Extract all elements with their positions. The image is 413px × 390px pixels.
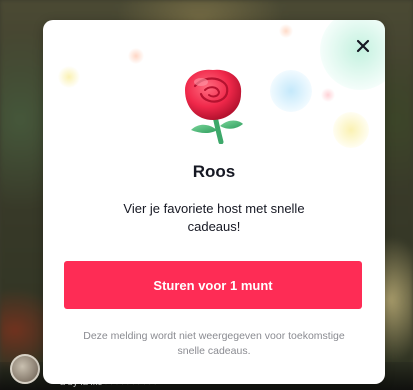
decorative-bubble (279, 24, 293, 38)
close-icon (356, 39, 370, 53)
avatar[interactable] (10, 354, 40, 384)
disclaimer-text: Deze melding wordt niet weergegeven voor… (83, 330, 345, 357)
decorative-bubble (58, 66, 80, 88)
send-gift-button[interactable]: Sturen voor 1 munt (64, 261, 362, 309)
decorative-bubble (333, 112, 369, 148)
decorative-bubble (321, 88, 335, 102)
gift-title: Roos (192, 162, 236, 181)
gift-modal: Roos Vier je favoriete host met snelle c… (43, 20, 385, 384)
gift-subtitle: Vier je favoriete host met snelle cadeau… (123, 201, 305, 234)
rose-icon (185, 69, 243, 144)
close-button[interactable] (349, 32, 377, 60)
decorative-bubble (128, 48, 144, 64)
decorative-bubble (270, 70, 312, 112)
